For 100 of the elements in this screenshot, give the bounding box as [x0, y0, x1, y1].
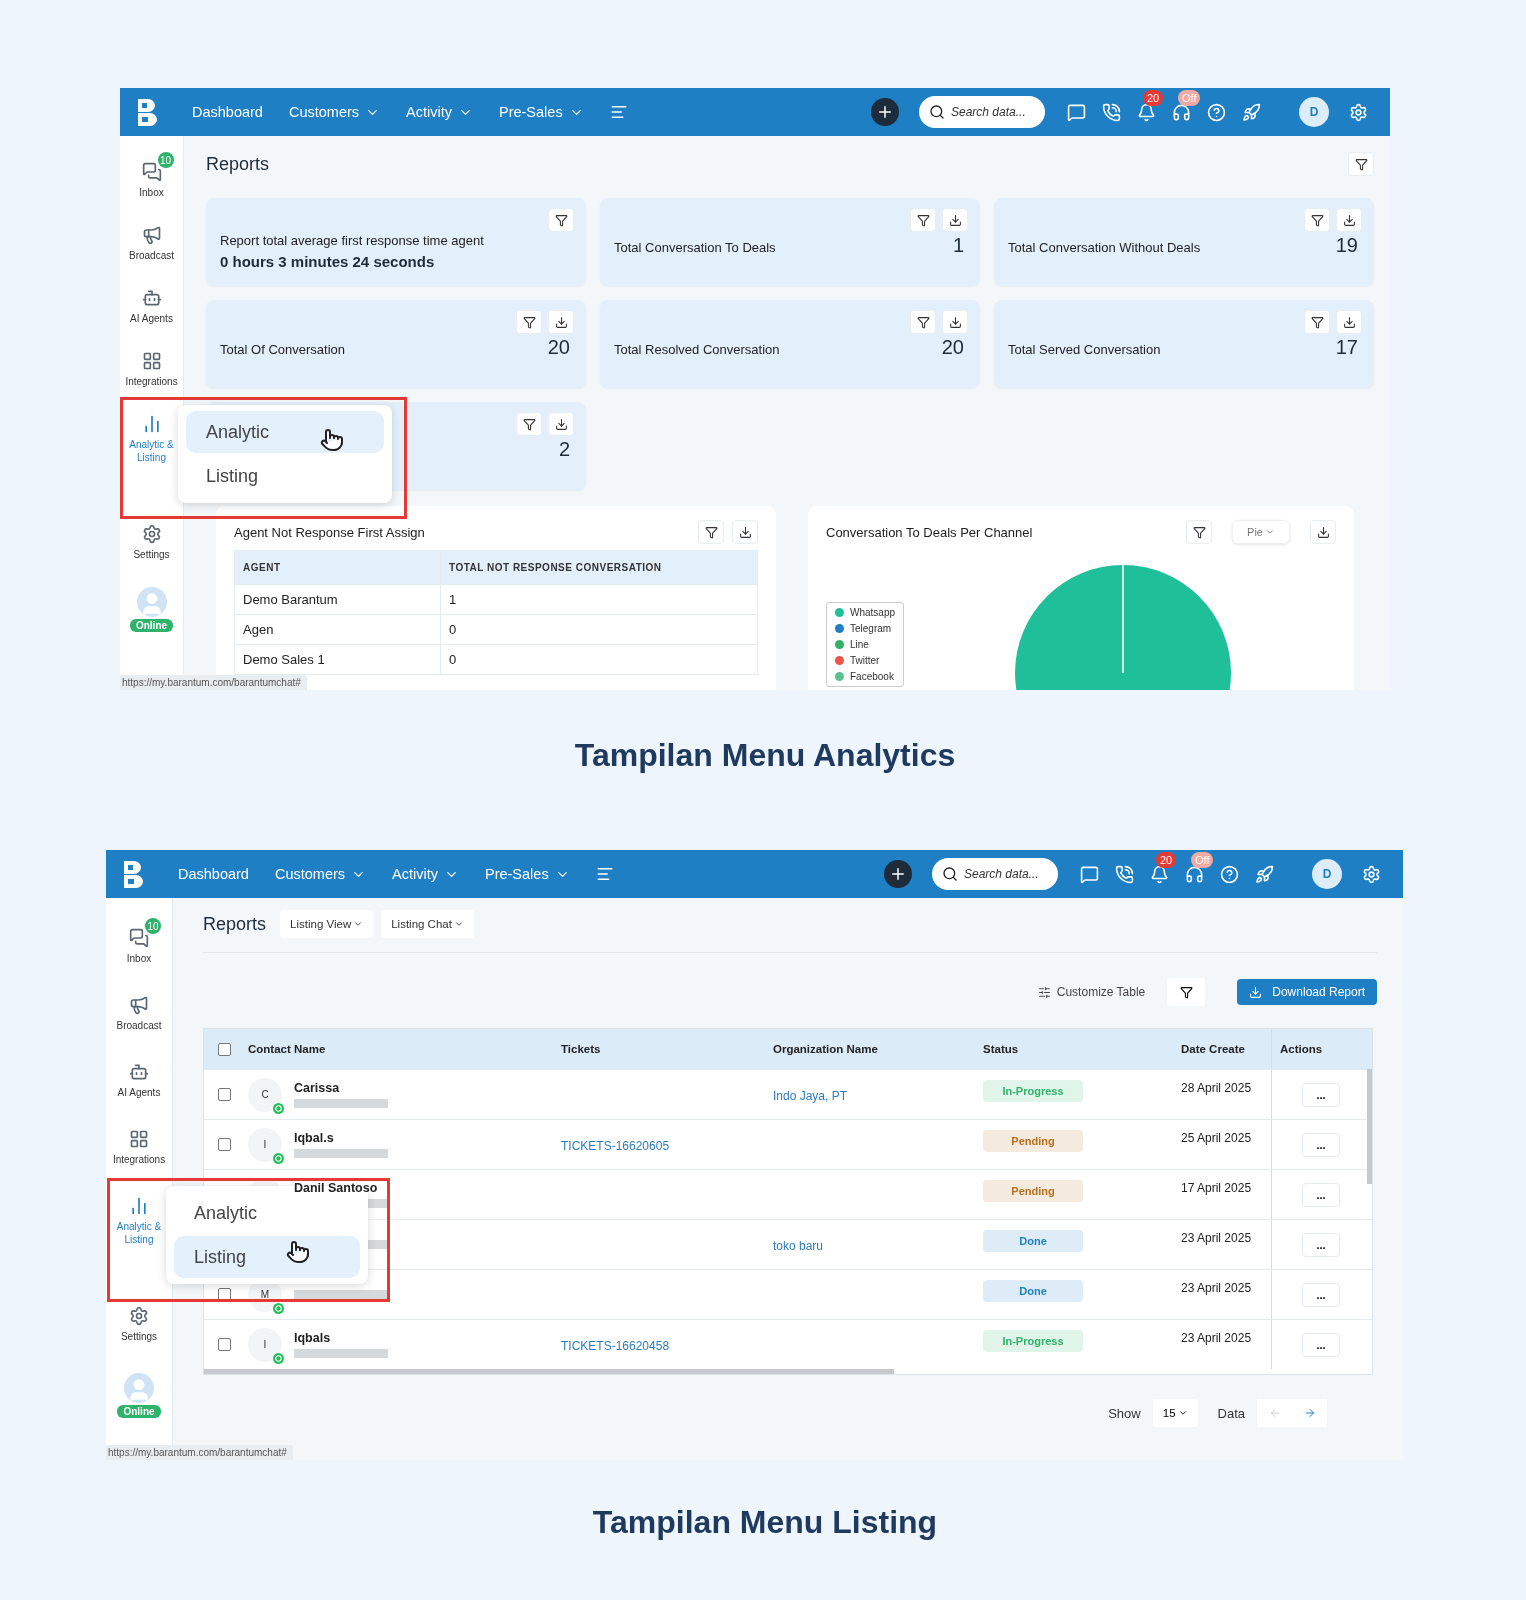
- notification-badge: 20: [1143, 89, 1164, 106]
- status-badge: In-Progress: [983, 1079, 1083, 1102]
- user-avatar[interactable]: D: [1299, 97, 1329, 127]
- page-title: Reports: [203, 913, 267, 935]
- status-badge: Pending: [983, 1179, 1083, 1202]
- card-value: 19: [1335, 234, 1358, 257]
- chart-type-dropdown[interactable]: Pie: [1232, 520, 1290, 544]
- submenu-item[interactable]: Listing: [174, 1236, 360, 1278]
- contact-name: Danil Santoso: [294, 1181, 379, 1195]
- organization-link[interactable]: toko baru: [773, 1238, 824, 1253]
- sidebar-item[interactable]: Settings: [125, 524, 178, 561]
- card-label: Total Of Conversation: [220, 341, 345, 359]
- caption: Tampilan Menu Analytics: [573, 737, 956, 774]
- legend-item: Twitter: [835, 655, 896, 666]
- submenu-item[interactable]: Analytic: [186, 411, 384, 453]
- legend-item: Facebook: [835, 671, 896, 682]
- card-label: Total Conversation Without Deals: [1008, 239, 1201, 257]
- card-value: 20: [941, 336, 964, 359]
- submenu-item[interactable]: Listing: [186, 455, 384, 497]
- sidebar-item[interactable]: Broadcast: [113, 995, 165, 1032]
- column-header: Status: [983, 1043, 1020, 1055]
- online-status: Online: [117, 1405, 161, 1418]
- more-button[interactable]: ...: [1302, 1182, 1340, 1207]
- contact-name: Iqbals: [294, 1331, 332, 1345]
- more-button[interactable]: ...: [1302, 1332, 1340, 1357]
- ticket-link[interactable]: TICKETS-16620458: [561, 1338, 670, 1353]
- online-status: Online: [129, 619, 174, 632]
- submenu-item[interactable]: Analytic: [174, 1192, 360, 1234]
- count-badge: 10: [143, 916, 163, 936]
- status-badge: Pending: [983, 1129, 1083, 1152]
- download-report-button[interactable]: Download Report: [1237, 979, 1377, 1005]
- sidebar-item[interactable]: Broadcast: [125, 225, 178, 262]
- more-button[interactable]: ...: [1302, 1132, 1340, 1157]
- column-header: Actions: [1280, 1043, 1323, 1055]
- legend-item: Whatsapp: [835, 607, 896, 618]
- card-value: 1: [952, 234, 964, 257]
- status-badge: Done: [983, 1279, 1083, 1302]
- nav-menu-item[interactable]: Customers: [274, 866, 367, 882]
- status-url: https://my.barantum.com/barantumchat#: [120, 675, 307, 690]
- column-header: TOTAL NOT RESPONSE CONVERSATION: [440, 550, 758, 585]
- card-label: Report total average first response time agent: [220, 232, 484, 250]
- table-cell: 0: [440, 614, 758, 645]
- more-button[interactable]: ...: [1302, 1282, 1340, 1307]
- column-header: AGENT: [234, 550, 441, 585]
- status-badge: In-Progress: [983, 1329, 1083, 1352]
- search-field[interactable]: Search data...: [919, 96, 1045, 128]
- nav-menu-item[interactable]: Pre-Sales: [484, 866, 570, 882]
- nav-menu-item[interactable]: Dashboard: [178, 866, 249, 882]
- sidebar-item[interactable]: Settings: [113, 1306, 165, 1343]
- table-cell: Demo Sales 1: [234, 644, 441, 675]
- organization-link[interactable]: Indo Jaya, PT: [773, 1088, 848, 1103]
- nav-menu-item[interactable]: Activity: [406, 104, 473, 120]
- caption: Tampilan Menu Listing: [591, 1504, 938, 1541]
- card-value: 0 hours 3 minutes 24 seconds: [220, 253, 435, 270]
- contact-name: Iqbal.s: [294, 1131, 335, 1145]
- nav-menu-item[interactable]: Pre-Sales: [498, 104, 584, 120]
- date-text: 28 April 2025: [1181, 1080, 1253, 1095]
- page-title: Reports: [206, 153, 270, 175]
- sidebar-item[interactable]: AI Agents: [113, 1062, 165, 1099]
- contact-avatar: C: [248, 1077, 282, 1112]
- search-field[interactable]: Search data...: [932, 858, 1058, 890]
- view-dropdown[interactable]: Listing View: [280, 910, 374, 938]
- date-text: 23 April 2025: [1181, 1230, 1253, 1245]
- view-dropdown[interactable]: Listing Chat: [381, 910, 474, 938]
- show-label: Show: [1108, 1405, 1141, 1421]
- date-text: 23 April 2025: [1181, 1280, 1253, 1295]
- page-size-dropdown[interactable]: 15: [1152, 1399, 1198, 1427]
- sidebar-item[interactable]: Integrations: [113, 1129, 165, 1166]
- ticket-link[interactable]: TICKETS-16620605: [561, 1138, 670, 1153]
- panel-title: Agent Not Response First Assign: [234, 524, 426, 540]
- legend-item: Line: [835, 639, 896, 650]
- more-button[interactable]: ...: [1302, 1082, 1340, 1107]
- date-text: 23 April 2025: [1181, 1330, 1253, 1345]
- column-header: Date Create: [1181, 1043, 1246, 1055]
- user-avatar[interactable]: D: [1312, 859, 1342, 889]
- card-value: 17: [1335, 336, 1358, 359]
- nav-menu-item[interactable]: Customers: [288, 104, 381, 120]
- notification-badge: 20: [1156, 851, 1177, 868]
- contact-avatar: I: [248, 1327, 282, 1362]
- table-cell: Demo Barantum: [234, 584, 441, 615]
- nav-menu-item[interactable]: Dashboard: [192, 104, 263, 120]
- column-header: Tickets: [561, 1043, 602, 1055]
- panel-title: Conversation To Deals Per Channel: [826, 524, 1034, 540]
- status-badge: Done: [983, 1229, 1083, 1252]
- nav-menu-item[interactable]: Activity: [392, 866, 459, 882]
- date-text: 17 April 2025: [1181, 1180, 1253, 1195]
- legend-item: Telegram: [835, 623, 896, 634]
- sidebar-item[interactable]: Analytic & Listing: [125, 414, 178, 464]
- column-header: Organization Name: [773, 1043, 879, 1055]
- sidebar-item[interactable]: Analytic & Listing: [113, 1196, 165, 1246]
- sidebar-item[interactable]: AI Agents: [125, 288, 178, 325]
- status-url: https://my.barantum.com/barantumchat#: [106, 1445, 293, 1460]
- more-button[interactable]: ...: [1302, 1232, 1340, 1257]
- table-cell: 0: [440, 644, 758, 675]
- customize-table-button[interactable]: Customize Table: [1031, 984, 1152, 1000]
- count-badge: 10: [155, 150, 176, 170]
- sidebar-item[interactable]: Integrations: [125, 351, 178, 388]
- contact-avatar: I: [248, 1127, 282, 1162]
- table-cell: Agen: [234, 614, 441, 645]
- status-badge: Off: [1178, 89, 1201, 106]
